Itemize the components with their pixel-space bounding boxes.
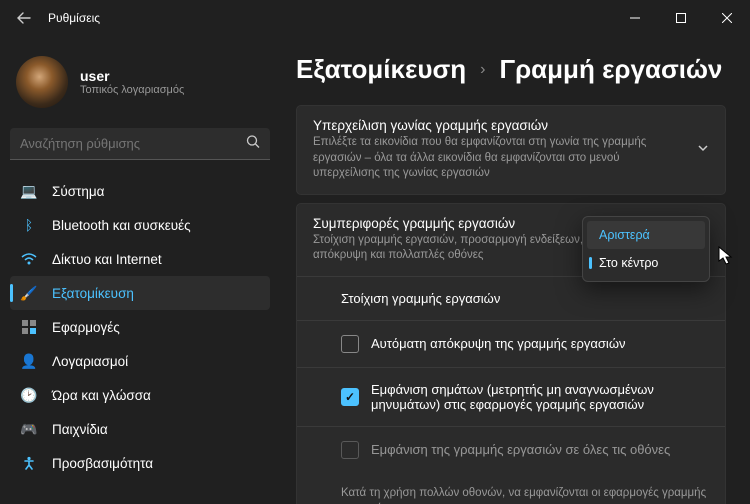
autohide-row[interactable]: Αυτόματη απόκρυψη της γραμμής εργασιών xyxy=(297,320,725,367)
search-wrapper xyxy=(10,128,270,160)
profile-block[interactable]: user Τοπικός λογαριασμός xyxy=(10,44,270,124)
badges-label: Εμφάνιση σημάτων (μετρητής μη αναγνωσμέν… xyxy=(371,382,709,412)
nav-bluetooth[interactable]: ᛒBluetooth και συσκευές xyxy=(10,208,270,242)
nav-network[interactable]: Δίκτυο και Internet xyxy=(10,242,270,276)
wifi-icon xyxy=(20,250,38,268)
close-button[interactable] xyxy=(704,0,750,36)
autohide-label: Αυτόματη απόκρυψη της γραμμής εργασιών xyxy=(371,336,709,351)
bluetooth-icon: ᛒ xyxy=(20,216,38,234)
nav-system[interactable]: 💻Σύστημα xyxy=(10,174,270,208)
profile-name: user xyxy=(80,68,184,84)
multimon-checkbox xyxy=(341,441,359,459)
overflow-title: Υπερχείλιση γωνίας γραμμής εργασιών xyxy=(313,118,681,133)
maximize-button[interactable] xyxy=(658,0,704,36)
minimize-button[interactable] xyxy=(612,0,658,36)
nav-personalization[interactable]: 🖌️Εξατομίκευση xyxy=(10,276,270,310)
accounts-icon: 👤 xyxy=(20,352,38,370)
alignment-option-left[interactable]: Αριστερά xyxy=(587,221,705,249)
nav-time-language[interactable]: 🕑Ώρα και γλώσσα xyxy=(10,378,270,412)
main-content: Εξατομίκευση › Γραμμή εργασιών Υπερχείλι… xyxy=(280,36,750,504)
alignment-option-center[interactable]: Στο κέντρο xyxy=(587,249,705,277)
nav-gaming[interactable]: 🎮Παιχνίδια xyxy=(10,412,270,446)
alignment-row: Στοίχιση γραμμής εργασιών xyxy=(297,277,725,320)
brush-icon: 🖌️ xyxy=(20,284,38,302)
badges-row[interactable]: Εμφάνιση σημάτων (μετρητής μη αναγνωσμέν… xyxy=(297,367,725,426)
alignment-label: Στοίχιση γραμμής εργασιών xyxy=(341,291,709,306)
overflow-sub: Επιλέξτε τα εικονίδια που θα εμφανίζοντα… xyxy=(313,135,681,182)
system-icon: 💻 xyxy=(20,182,38,200)
multimon-sub: Κατά τη χρήση πολλών οθονών, να εμφανίζο… xyxy=(297,473,725,504)
gaming-icon: 🎮 xyxy=(20,420,38,438)
search-icon xyxy=(246,135,260,154)
nav-accounts[interactable]: 👤Λογαριασμοί xyxy=(10,344,270,378)
avatar xyxy=(16,56,68,108)
alignment-dropdown[interactable]: Αριστερά Στο κέντρο xyxy=(582,216,710,282)
nav-accessibility[interactable]: Προσβασιμότητα xyxy=(10,446,270,480)
apps-icon xyxy=(20,318,38,336)
profile-account-type: Τοπικός λογαριασμός xyxy=(80,84,184,96)
accessibility-icon xyxy=(20,454,38,472)
window-title: Ρυθμίσεις xyxy=(48,11,100,25)
page-title: Γραμμή εργασιών xyxy=(499,54,722,85)
breadcrumb-parent[interactable]: Εξατομίκευση xyxy=(296,54,466,85)
overflow-card[interactable]: Υπερχείλιση γωνίας γραμμής εργασιών Επιλ… xyxy=(296,105,726,195)
clock-icon: 🕑 xyxy=(20,386,38,404)
multimon-row: Εμφάνιση της γραμμής εργασιών σε όλες τι… xyxy=(297,426,725,473)
chevron-right-icon: › xyxy=(480,61,485,79)
nav-apps[interactable]: Εφαρμογές xyxy=(10,310,270,344)
sidebar: user Τοπικός λογαριασμός 💻Σύστημα ᛒBluet… xyxy=(0,36,280,504)
search-input[interactable] xyxy=(10,128,270,160)
multimon-label: Εμφάνιση της γραμμής εργασιών σε όλες τι… xyxy=(371,442,709,457)
chevron-down-icon xyxy=(697,141,709,159)
breadcrumb: Εξατομίκευση › Γραμμή εργασιών xyxy=(296,44,726,105)
back-button[interactable] xyxy=(12,6,36,30)
badges-checkbox[interactable] xyxy=(341,388,359,406)
autohide-checkbox[interactable] xyxy=(341,335,359,353)
